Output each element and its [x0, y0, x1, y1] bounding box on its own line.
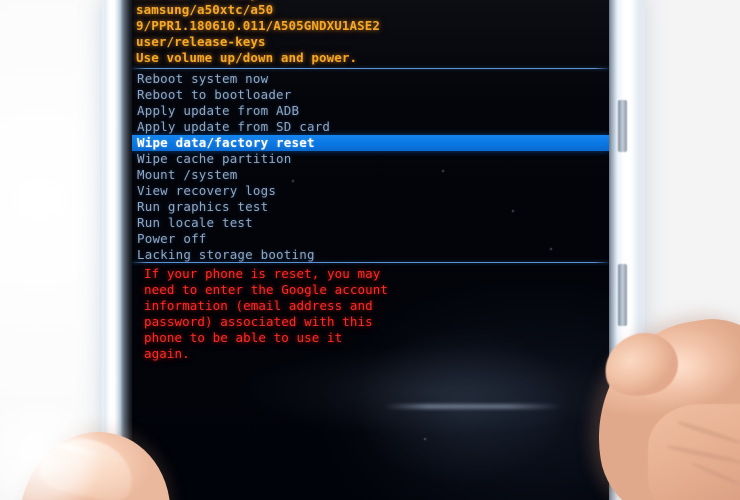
menu-item-apply-update-from-adb[interactable]: Apply update from ADB	[132, 103, 609, 119]
screen-speck-4	[550, 248, 552, 250]
phone-left-bezel-glare	[104, 0, 121, 500]
menu-item-wipe-cache-partition[interactable]: Wipe cache partition	[132, 151, 609, 167]
warning-line-1: If your phone is reset, you may	[144, 266, 381, 281]
header-line-device: samsung/a50xtc/a50	[136, 2, 274, 17]
warning-line-3: information (email address and	[144, 298, 373, 313]
menu-item-reboot-to-bootloader[interactable]: Reboot to bootloader	[132, 87, 609, 103]
google-account-warning: If your phone is reset, you may need to …	[144, 266, 444, 362]
menu-item-power-off[interactable]: Power off	[132, 231, 609, 247]
android-recovery-screen[interactable]: Android Recovery samsung/a50xtc/a50 9/PP…	[132, 0, 609, 500]
menu-item-lacking-storage-booting[interactable]: Lacking storage booting	[132, 247, 609, 263]
screenshot-scene: Android Recovery samsung/a50xtc/a50 9/PP…	[0, 0, 740, 500]
menu-item-apply-update-from-sd-card[interactable]: Apply update from SD card	[132, 119, 609, 135]
menu-item-run-locale-test[interactable]: Run locale test	[132, 215, 609, 231]
menu-item-run-graphics-test[interactable]: Run graphics test	[132, 199, 609, 215]
screen-speck-5	[424, 438, 426, 440]
background-light-blowout	[0, 398, 100, 500]
recovery-screen-content: Android Recovery samsung/a50xtc/a50 9/PP…	[132, 0, 609, 500]
phone-right-bezel-glare	[612, 0, 638, 500]
volume-button[interactable]	[618, 100, 627, 152]
menu-item-reboot-system-now[interactable]: Reboot system now	[132, 71, 609, 87]
menu-item-wipe-data-factory-reset[interactable]: Wipe data/factory reset	[132, 135, 609, 151]
header-line-build: 9/PPR1.180610.011/A505GNDXU1ASE2	[136, 18, 381, 33]
screen-speck-3	[512, 210, 514, 212]
menu-item-view-recovery-logs[interactable]: View recovery logs	[132, 183, 609, 199]
divider-below-menu	[132, 262, 609, 263]
menu-item-mount-system[interactable]: Mount /system	[132, 167, 609, 183]
recovery-header: Android Recovery samsung/a50xtc/a50 9/PP…	[136, 0, 606, 66]
divider-above-menu	[132, 68, 609, 69]
header-line-hint: Use volume up/down and power.	[136, 50, 358, 65]
recovery-menu: Reboot system now Reboot to bootloader A…	[132, 71, 609, 263]
warning-line-2: need to enter the Google account	[144, 282, 389, 297]
power-button[interactable]	[618, 264, 627, 326]
screen-reflection-streak	[384, 404, 562, 409]
screen-speck-2	[442, 170, 444, 172]
warning-line-6: again.	[144, 346, 190, 361]
header-line-keys: user/release-keys	[136, 34, 266, 49]
warning-line-4: password) associated with this	[144, 314, 373, 329]
screen-speck-1	[292, 180, 294, 182]
warning-line-5: phone to be able to use it	[144, 330, 343, 345]
